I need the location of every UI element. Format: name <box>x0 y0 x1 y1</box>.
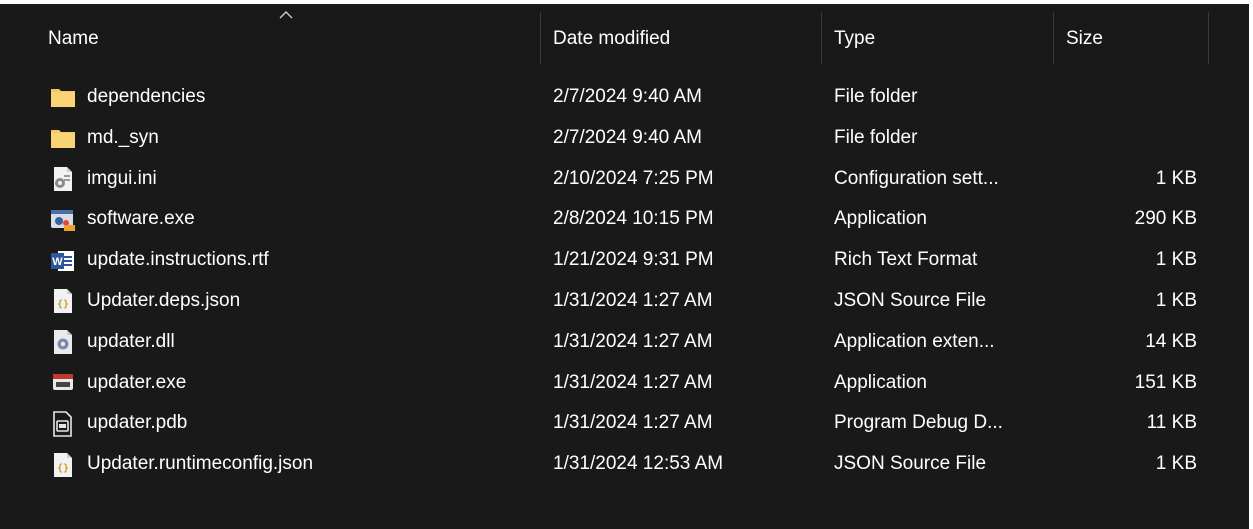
file-row[interactable]: W update.instructions.rtf 1/21/2024 9:31… <box>0 240 1249 281</box>
file-name: Updater.deps.json <box>87 289 241 311</box>
svg-text:W: W <box>52 256 63 268</box>
file-row[interactable]: md._syn 2/7/2024 9:40 AM File folder <box>0 118 1249 159</box>
file-date-modified: 1/31/2024 12:53 AM <box>553 453 724 475</box>
file-date-modified: 2/7/2024 9:40 AM <box>553 126 702 148</box>
file-type: JSON Source File <box>834 289 987 311</box>
application-icon <box>48 199 78 240</box>
word-document-icon: W <box>48 240 78 281</box>
file-date-modified: 1/21/2024 9:31 PM <box>553 249 714 271</box>
file-name: updater.dll <box>87 330 175 352</box>
file-size: 290 KB <box>1134 208 1197 230</box>
file-row[interactable]: updater.pdb 1/31/2024 1:27 AM Program De… <box>0 403 1249 444</box>
column-header-date-modified[interactable]: Date modified <box>541 4 821 74</box>
folder-icon <box>48 77 78 118</box>
file-name: software.exe <box>87 208 195 230</box>
file-date-modified: 1/31/2024 1:27 AM <box>553 289 713 311</box>
column-header-size-label: Size <box>1066 28 1103 49</box>
file-date-modified: 2/10/2024 7:25 PM <box>553 167 714 189</box>
updater-app-icon <box>48 363 78 404</box>
pdb-file-icon <box>48 403 78 444</box>
file-size <box>1060 77 1197 118</box>
file-name: dependencies <box>87 86 206 107</box>
file-name: imgui.ini <box>87 167 157 189</box>
file-size: 14 KB <box>1145 330 1197 352</box>
file-type: Application <box>834 208 927 230</box>
file-size <box>1060 118 1197 159</box>
file-row[interactable]: updater.exe 1/31/2024 1:27 AM Applicatio… <box>0 363 1249 404</box>
file-row[interactable]: imgui.ini 2/10/2024 7:25 PM Configuratio… <box>0 159 1249 200</box>
column-header-type-label: Type <box>834 28 876 49</box>
file-name: updater.pdb <box>87 412 188 434</box>
file-date-modified: 2/8/2024 10:15 PM <box>553 208 714 230</box>
file-name: updater.exe <box>87 371 187 393</box>
file-date-modified: 1/31/2024 1:27 AM <box>553 371 713 393</box>
column-header-name[interactable]: Name <box>0 4 540 74</box>
json-file-icon: {} <box>48 444 78 485</box>
file-row[interactable]: {} Updater.deps.json 1/31/2024 1:27 AM J… <box>0 281 1249 322</box>
json-file-icon: {} <box>48 281 78 322</box>
file-row[interactable]: updater.dll 1/31/2024 1:27 AM Applicatio… <box>0 322 1249 363</box>
file-type: File folder <box>834 86 918 107</box>
file-size: 1 KB <box>1155 249 1197 271</box>
column-header-name-label: Name <box>48 28 99 49</box>
file-type: File folder <box>834 126 918 148</box>
file-size: 151 KB <box>1134 371 1197 393</box>
column-divider[interactable] <box>1208 12 1209 64</box>
file-name: Updater.runtimeconfig.json <box>87 453 314 475</box>
file-row[interactable]: {} Updater.runtimeconfig.json 1/31/2024 … <box>0 444 1249 485</box>
file-size: 11 KB <box>1146 412 1197 434</box>
file-row[interactable]: dependencies 2/7/2024 9:40 AM File folde… <box>0 77 1249 118</box>
file-size: 1 KB <box>1155 453 1197 475</box>
column-header-size[interactable]: Size <box>1054 4 1208 74</box>
column-header-date-label: Date modified <box>553 28 671 49</box>
file-name: md._syn <box>87 126 159 148</box>
file-date-modified: 1/31/2024 1:27 AM <box>553 412 713 434</box>
file-name: update.instructions.rtf <box>87 249 269 271</box>
file-explorer-list: Name Date modified Type Size dependencie… <box>0 4 1249 529</box>
column-header-bar: Name Date modified Type Size <box>0 4 1249 74</box>
folder-icon <box>48 118 78 159</box>
file-size: 1 KB <box>1155 289 1197 311</box>
dll-file-icon <box>48 322 78 363</box>
file-type: JSON Source File <box>834 453 987 475</box>
file-date-modified: 1/31/2024 1:27 AM <box>553 330 713 352</box>
file-type: Configuration sett... <box>834 167 999 189</box>
svg-text:{}: {} <box>57 299 69 310</box>
column-header-type[interactable]: Type <box>822 4 1053 74</box>
settings-file-icon <box>48 159 78 200</box>
file-row[interactable]: software.exe 2/8/2024 10:15 PM Applicati… <box>0 199 1249 240</box>
svg-text:{}: {} <box>57 463 69 474</box>
file-type: Application <box>834 371 927 393</box>
file-type: Rich Text Format <box>834 249 978 271</box>
file-size: 1 KB <box>1155 167 1197 189</box>
file-type: Program Debug D... <box>834 412 1003 434</box>
file-list: dependencies 2/7/2024 9:40 AM File folde… <box>0 77 1249 485</box>
file-date-modified: 2/7/2024 9:40 AM <box>553 86 702 107</box>
file-type: Application exten... <box>834 330 995 352</box>
